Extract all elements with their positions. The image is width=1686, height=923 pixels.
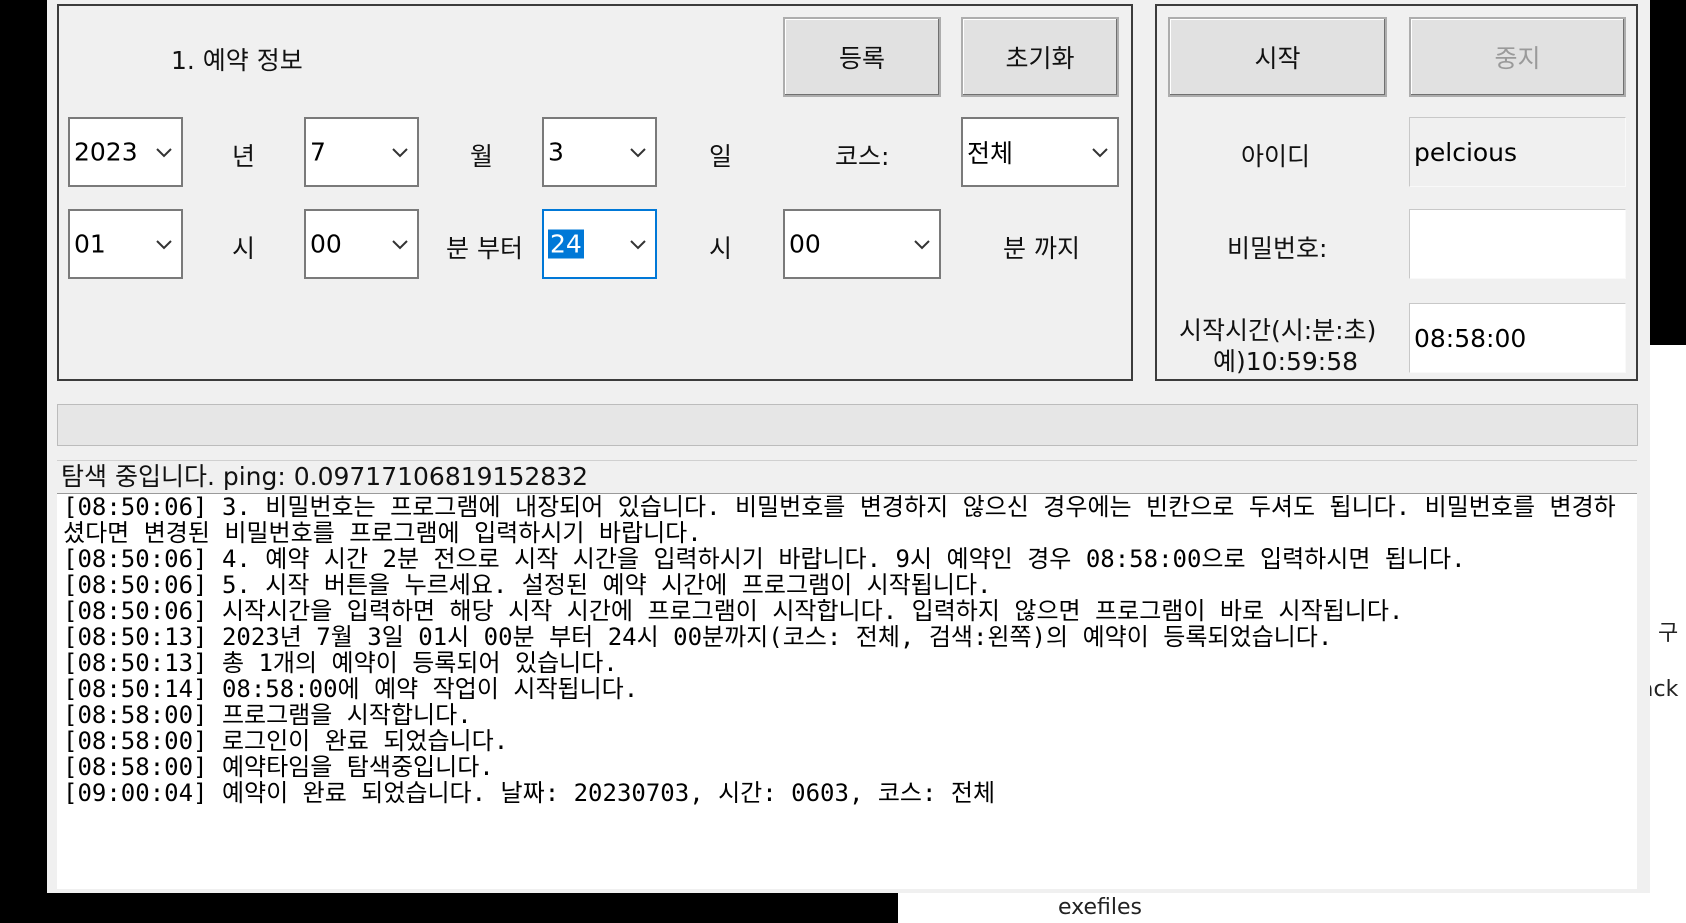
chevron-down-icon: [392, 240, 408, 250]
month-value: 7: [310, 137, 326, 167]
year-unit-label: 년: [232, 142, 256, 171]
background-text-fragment: 구: [1658, 621, 1679, 646]
log-line: [08:50:06] 4. 예약 시간 2분 전으로 시작 시간을 입력하시기 …: [63, 545, 1466, 573]
month-select[interactable]: 7: [304, 117, 419, 187]
chevron-down-icon: [156, 148, 172, 158]
start-time-example: 예)10:59:58: [1213, 347, 1359, 376]
background-text-fragment: exefiles: [1058, 895, 1142, 920]
start-minute-select[interactable]: 00: [304, 209, 419, 279]
day-value: 3: [548, 137, 564, 167]
progress-bar: [57, 404, 1638, 446]
id-field[interactable]: pelcious: [1409, 117, 1626, 187]
status-bar: 탐색 중입니다. ping: 0.09717106819152832: [57, 460, 1637, 493]
day-unit-label: 일: [709, 142, 733, 171]
log-textarea[interactable]: [08:50:06] 3. 비밀번호는 프로그램에 내장되어 있습니다. 비밀번…: [57, 493, 1637, 889]
register-button[interactable]: 등록: [783, 17, 941, 97]
log-line: [08:50:14] 08:58:00에 예약 작업이 시작됩니다.: [63, 675, 639, 703]
end-minute-select[interactable]: 00: [783, 209, 941, 279]
start-minute-unit-label: 분 부터: [446, 234, 523, 263]
course-value: 전체: [967, 139, 1014, 168]
year-value: 2023: [74, 137, 138, 167]
start-minute-value: 00: [310, 229, 342, 259]
start-hour-select[interactable]: 01: [68, 209, 183, 279]
chevron-down-icon: [630, 148, 646, 158]
month-unit-label: 월: [470, 142, 494, 171]
log-line: [08:58:00] 예약타임을 탐색중입니다.: [63, 753, 494, 781]
chevron-down-icon: [392, 148, 408, 158]
end-hour-value: 24: [548, 229, 584, 259]
section-title: 1. 예약 정보: [171, 46, 303, 75]
log-line: [08:50:06] 3. 비밀번호는 프로그램에 내장되어 있습니다. 비밀번…: [63, 493, 1616, 547]
stop-button[interactable]: 중지: [1409, 17, 1626, 97]
log-line: [08:50:06] 5. 시작 버튼을 누르세요. 설정된 예약 시간에 프로…: [63, 571, 992, 599]
chevron-down-icon: [630, 240, 646, 250]
id-label: 아이디: [1241, 142, 1311, 171]
start-hour-value: 01: [74, 229, 106, 259]
reservation-group: 1. 예약 정보 등록 초기화 2023 년 7 월 3 일 코스: 전체 01: [57, 4, 1133, 381]
course-select[interactable]: 전체: [961, 117, 1119, 187]
log-line: [09:00:04] 예약이 완료 되었습니다. 날짜: 20230703, 시…: [63, 779, 996, 807]
start-button[interactable]: 시작: [1168, 17, 1387, 97]
chevron-down-icon: [914, 240, 930, 250]
end-minute-value: 00: [789, 229, 821, 259]
chevron-down-icon: [1092, 148, 1108, 158]
end-hour-unit-label: 시: [709, 234, 733, 263]
password-label: 비밀번호:: [1227, 234, 1328, 263]
log-line: [08:50:06] 시작시간을 입력하면 해당 시작 시간에 프로그램이 시작…: [63, 597, 1404, 625]
chevron-down-icon: [156, 240, 172, 250]
reset-button[interactable]: 초기화: [961, 17, 1119, 97]
end-minute-unit-label: 분 까지: [1003, 234, 1080, 263]
log-line: [08:58:00] 프로그램을 시작합니다.: [63, 701, 472, 729]
year-select[interactable]: 2023: [68, 117, 183, 187]
start-time-field[interactable]: 08:58:00: [1409, 303, 1626, 373]
login-group: 시작 중지 아이디 pelcious 비밀번호: 시작시간(시:분:초) 예)1…: [1155, 4, 1638, 381]
start-hour-unit-label: 시: [232, 234, 256, 263]
end-hour-select[interactable]: 24: [542, 209, 657, 279]
day-select[interactable]: 3: [542, 117, 657, 187]
password-field[interactable]: [1409, 209, 1626, 279]
course-label: 코스:: [835, 142, 890, 171]
log-line: [08:50:13] 총 1개의 예약이 등록되어 있습니다.: [63, 649, 618, 677]
log-line: [08:58:00] 로그인이 완료 되었습니다.: [63, 727, 509, 755]
log-line: [08:50:13] 2023년 7월 3일 01시 00분 부터 24시 00…: [63, 623, 1333, 651]
